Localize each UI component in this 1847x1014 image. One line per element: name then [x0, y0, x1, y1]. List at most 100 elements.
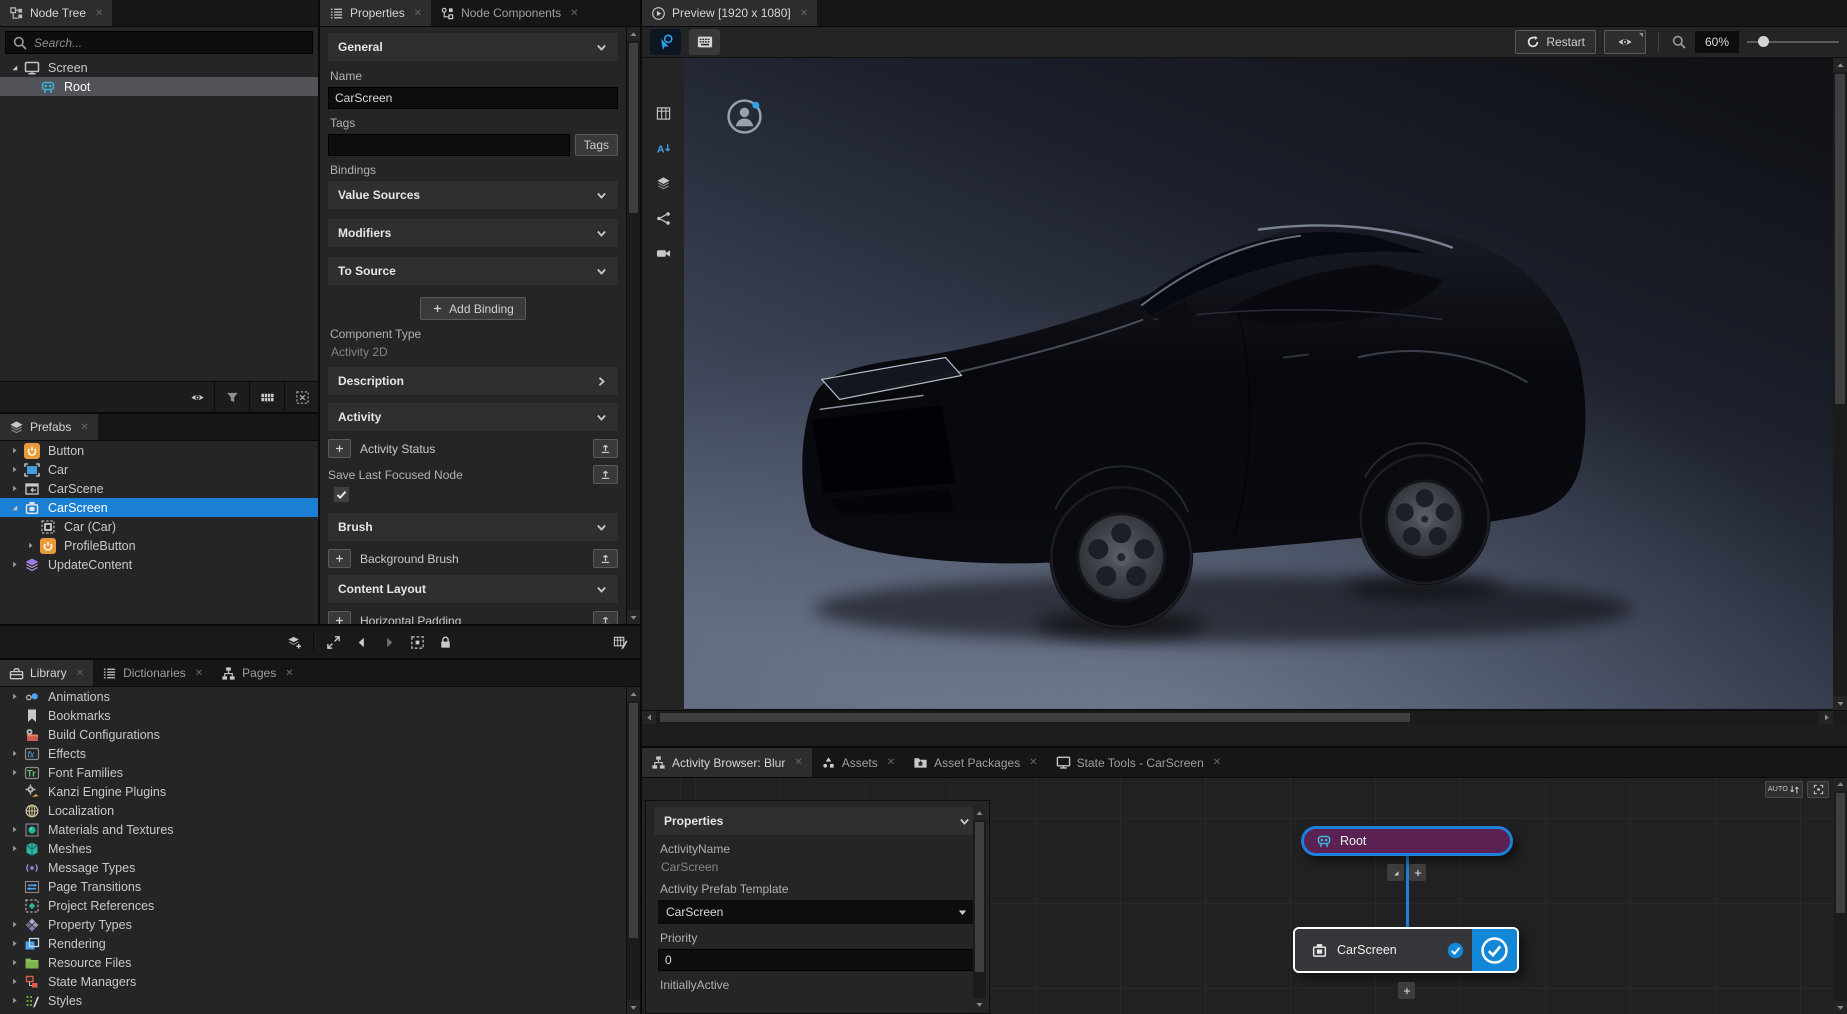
prefab-item-profilebutton[interactable]: ProfileButton — [0, 536, 318, 555]
properties-tab-node-components[interactable]: Node Components✕ — [431, 0, 587, 26]
scroll-up-icon[interactable] — [626, 26, 641, 42]
library-item-property-types[interactable]: Property Types — [0, 915, 640, 934]
text-tool-icon[interactable]: A — [650, 137, 676, 159]
expander-closed-icon[interactable] — [6, 746, 22, 762]
tags-input[interactable] — [328, 134, 570, 156]
priority-input[interactable] — [658, 949, 977, 971]
properties-scrollbar[interactable] — [626, 27, 640, 624]
layers-tool-icon[interactable] — [650, 172, 676, 194]
lock-icon[interactable] — [433, 632, 457, 652]
scroll-right-icon[interactable] — [1818, 710, 1834, 726]
save-last-focused-checkbox[interactable] — [333, 486, 350, 503]
activity-properties-scrollbar[interactable] — [973, 807, 986, 1011]
section-brush[interactable]: Brush — [328, 513, 618, 541]
prefab-item-carscene[interactable]: CarScene — [0, 479, 318, 498]
scroll-down-icon[interactable] — [1833, 1000, 1847, 1014]
close-icon[interactable]: ✕ — [570, 8, 578, 19]
expander-closed-icon[interactable] — [6, 822, 22, 838]
click-mode-button[interactable] — [650, 29, 681, 55]
library-item-state-managers[interactable]: State Managers — [0, 972, 640, 991]
scroll-left-icon[interactable] — [642, 710, 657, 726]
zoom-slider-thumb[interactable] — [1758, 36, 1769, 47]
expander-open-icon[interactable] — [6, 500, 22, 516]
add-background-brush-button[interactable] — [328, 549, 351, 568]
section-activity[interactable]: Activity — [328, 403, 618, 431]
scroll-up-icon[interactable] — [626, 686, 641, 702]
close-icon[interactable]: ✕ — [887, 757, 895, 768]
collapse-branch-button[interactable] — [1387, 864, 1404, 881]
close-icon[interactable]: ✕ — [76, 668, 84, 679]
node-tree-item-screen[interactable]: Screen — [0, 58, 318, 77]
library-item-materials-and-textures[interactable]: Materials and Textures — [0, 820, 640, 839]
expander-closed-icon[interactable] — [6, 841, 22, 857]
scroll-down-icon[interactable] — [626, 609, 641, 624]
scroll-down-icon[interactable] — [626, 999, 641, 1014]
save-last-focused-push-button[interactable] — [593, 465, 618, 484]
filter-icon[interactable] — [220, 387, 244, 407]
add-state-icon[interactable] — [282, 632, 306, 652]
forward-icon[interactable] — [377, 632, 401, 652]
library-item-font-families[interactable]: TrFont Families — [0, 763, 640, 782]
library-item-localization[interactable]: Localization — [0, 801, 640, 820]
library-item-effects[interactable]: fxEffects — [0, 744, 640, 763]
visibility-filter-icon[interactable] — [185, 387, 209, 407]
preview-horizontal-scrollbar[interactable] — [642, 710, 1847, 724]
library-scrollbar[interactable] — [626, 687, 640, 1014]
close-icon[interactable]: ✕ — [800, 8, 808, 19]
restart-button[interactable]: Restart — [1515, 30, 1596, 54]
close-icon[interactable]: ✕ — [285, 668, 293, 679]
binding-section-to-source[interactable]: To Source — [328, 257, 618, 285]
activity-properties-header[interactable]: Properties — [654, 807, 981, 835]
close-icon[interactable]: ✕ — [1029, 757, 1037, 768]
add-child-activity-button[interactable] — [1398, 982, 1415, 999]
library-item-build-configurations[interactable]: Build Configurations — [0, 725, 640, 744]
add-binding-button[interactable]: Add Binding — [420, 297, 526, 320]
library-item-rendering[interactable]: Rendering — [0, 934, 640, 953]
library-tab-library[interactable]: Library✕ — [0, 660, 93, 686]
node-tree-item-root[interactable]: Root — [0, 77, 318, 96]
horizontal-padding-push-button[interactable] — [593, 611, 618, 624]
expander-open-icon[interactable] — [6, 60, 22, 76]
binding-section-modifiers[interactable]: Modifiers — [328, 219, 618, 247]
close-icon[interactable]: ✕ — [794, 757, 802, 768]
scroll-down-icon[interactable] — [1832, 695, 1847, 711]
expander-closed-icon[interactable] — [6, 974, 22, 990]
bottom-tab-activity-browser-blur[interactable]: Activity Browser: Blur✕ — [642, 748, 812, 777]
close-icon[interactable]: ✕ — [1213, 757, 1221, 768]
properties-tab-properties[interactable]: Properties✕ — [320, 0, 431, 26]
preview-visibility-button[interactable] — [1604, 30, 1646, 54]
camera-tool-icon[interactable] — [650, 242, 676, 264]
expander-closed-icon[interactable] — [6, 462, 22, 478]
search-box[interactable] — [5, 31, 313, 54]
prefab-item-car-car[interactable]: Car (Car) — [0, 517, 318, 536]
prefab-item-button[interactable]: Button — [0, 441, 318, 460]
preview-vertical-scrollbar[interactable] — [1833, 58, 1847, 710]
library-tab-dictionaries[interactable]: Dictionaries✕ — [93, 660, 212, 686]
prefabs-tab-prefabs[interactable]: Prefabs✕ — [0, 414, 98, 440]
prefab-item-updatecontent[interactable]: UpdateContent — [0, 555, 318, 574]
expander-closed-icon[interactable] — [6, 481, 22, 497]
expander-closed-icon[interactable] — [6, 557, 22, 573]
prefab-item-carscreen[interactable]: CarScreen — [0, 498, 318, 517]
activity-status-push-button[interactable] — [593, 439, 618, 458]
expander-closed-icon[interactable] — [22, 538, 38, 554]
activity-graph[interactable]: AUTO Properties ActivityName CarScreen A… — [642, 778, 1847, 1014]
library-item-kanzi-engine-plugins[interactable]: Kanzi Engine Plugins — [0, 782, 640, 801]
name-input[interactable] — [328, 87, 618, 109]
activate-toggle[interactable] — [1472, 929, 1517, 971]
preview-tab-preview-1920-x-1080[interactable]: Preview [1920 x 1080]✕ — [642, 0, 817, 26]
expander-closed-icon[interactable] — [6, 917, 22, 933]
bottom-tab-state-tools-carscreen[interactable]: State Tools - CarScreen✕ — [1047, 748, 1231, 777]
isolate-icon[interactable] — [290, 387, 314, 407]
add-activity-status-button[interactable] — [328, 439, 351, 458]
expander-closed-icon[interactable] — [6, 689, 22, 705]
tags-button[interactable]: Tags — [575, 134, 618, 156]
bottom-tab-assets[interactable]: Assets✕ — [812, 748, 904, 777]
library-item-message-types[interactable]: Message Types — [0, 858, 640, 877]
expander-closed-icon[interactable] — [6, 443, 22, 459]
library-item-animations[interactable]: Animations — [0, 687, 640, 706]
bottom-tab-asset-packages[interactable]: Asset Packages✕ — [904, 748, 1046, 777]
expander-closed-icon[interactable] — [6, 993, 22, 1009]
scroll-up-icon[interactable] — [1832, 57, 1847, 73]
expander-closed-icon[interactable] — [6, 955, 22, 971]
